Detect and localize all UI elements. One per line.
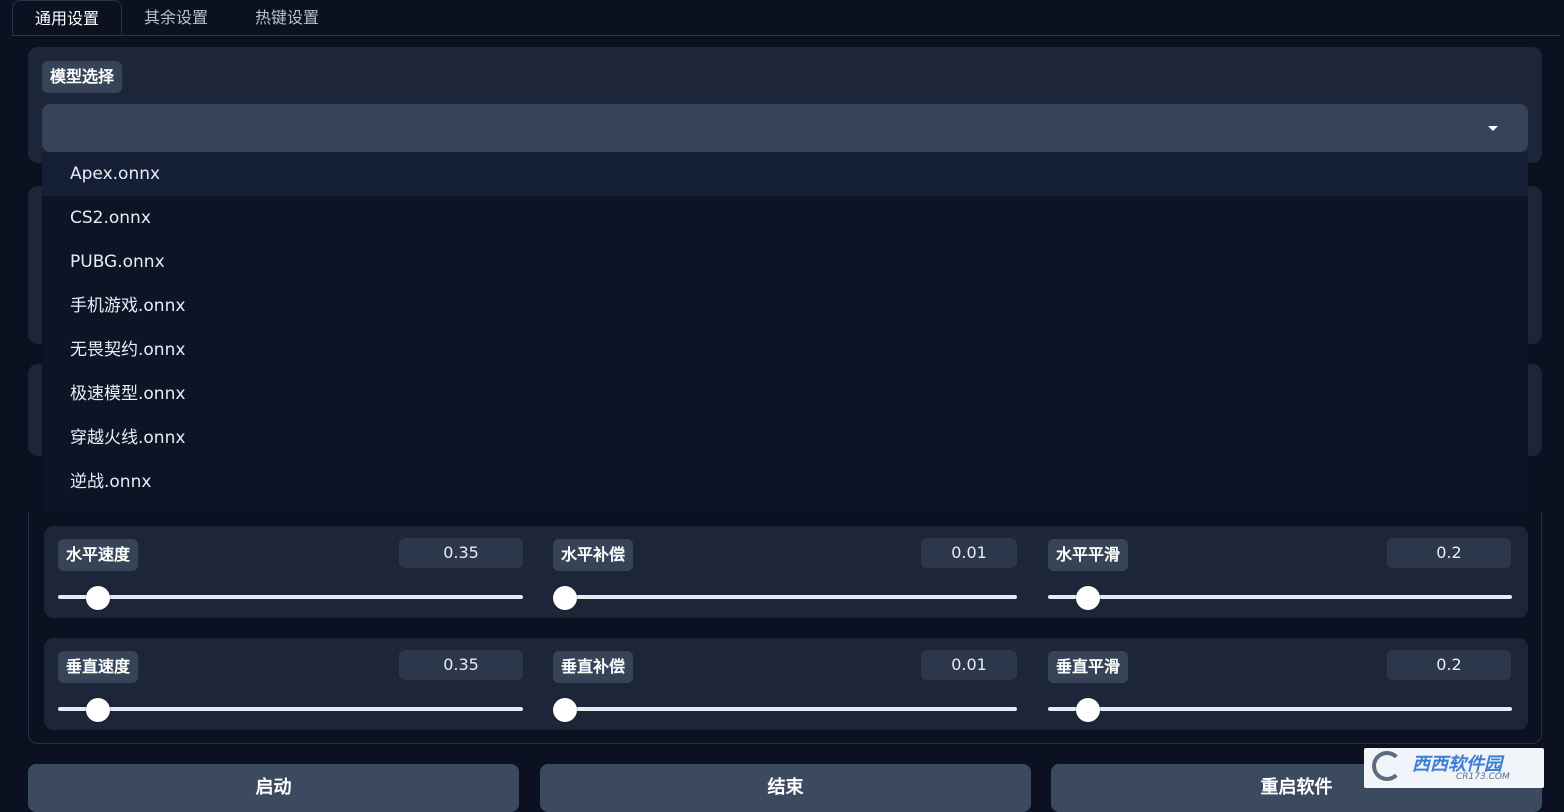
h-smooth-slider-block: 水平平滑 0.2 (1032, 526, 1512, 618)
h-speed-thumb[interactable] (85, 586, 110, 610)
h-smooth-thumb[interactable] (1075, 586, 1100, 610)
h-comp-track[interactable] (553, 595, 1017, 599)
model-option-apex[interactable]: Apex.onnx (42, 152, 1528, 196)
stop-button[interactable]: 结束 (540, 764, 1031, 812)
model-option-fast-model[interactable]: 极速模型.onnx (42, 372, 1528, 416)
model-option-valorant[interactable]: 无畏契约.onnx (42, 328, 1528, 372)
tab-other-settings[interactable]: 其余设置 (144, 0, 208, 35)
h-smooth-label: 水平平滑 (1048, 539, 1129, 571)
h-comp-slider-block: 水平补偿 0.01 (538, 526, 1018, 618)
v-comp-slider-block: 垂直补偿 0.01 (538, 638, 1018, 730)
vertical-sliders-row: 垂直速度 0.35 垂直补偿 0.01 垂直平滑 0.2 (44, 638, 1528, 730)
h-speed-value[interactable]: 0.35 (399, 538, 523, 568)
v-speed-slider-block: 垂直速度 0.35 (44, 638, 524, 730)
tab-general-settings[interactable]: 通用设置 (12, 0, 122, 35)
v-comp-label: 垂直补偿 (553, 651, 634, 683)
v-smooth-track[interactable] (1048, 707, 1512, 711)
watermark: 西西软件园 CR173.COM (1364, 748, 1544, 788)
horizontal-sliders-row: 水平速度 0.35 水平补偿 0.01 水平平滑 0.2 (44, 526, 1528, 618)
v-smooth-value[interactable]: 0.2 (1387, 650, 1511, 680)
model-option-nizhan[interactable]: 逆战.onnx (42, 460, 1528, 504)
model-option-mobile-game[interactable]: 手机游戏.onnx (42, 284, 1528, 328)
model-option-cs2[interactable]: CS2.onnx (42, 196, 1528, 240)
v-speed-label: 垂直速度 (58, 651, 139, 683)
tab-bar: 通用设置 其余设置 热键设置 (12, 0, 1560, 36)
start-button[interactable]: 启动 (28, 764, 519, 812)
h-comp-thumb[interactable] (553, 586, 577, 610)
h-smooth-track[interactable] (1048, 595, 1512, 599)
model-selection-label: 模型选择 (42, 61, 123, 93)
h-smooth-value[interactable]: 0.2 (1387, 538, 1511, 568)
v-speed-thumb[interactable] (85, 698, 110, 722)
v-smooth-slider-block: 垂直平滑 0.2 (1032, 638, 1512, 730)
chevron-down-icon[interactable] (1488, 126, 1498, 131)
v-comp-track[interactable] (553, 707, 1017, 711)
h-speed-track[interactable] (58, 595, 523, 599)
v-speed-track[interactable] (58, 707, 523, 711)
v-smooth-thumb[interactable] (1075, 698, 1100, 722)
v-speed-value[interactable]: 0.35 (399, 650, 523, 680)
v-comp-thumb[interactable] (553, 698, 577, 722)
v-smooth-label: 垂直平滑 (1048, 651, 1129, 683)
h-speed-label: 水平速度 (58, 539, 139, 571)
h-speed-slider-block: 水平速度 0.35 (44, 526, 524, 618)
tab-hotkey-settings[interactable]: 热键设置 (255, 0, 319, 35)
model-dropdown-list: Apex.onnx CS2.onnx PUBG.onnx 手机游戏.onnx 无… (42, 152, 1528, 512)
watermark-url: CR173.COM (1456, 772, 1510, 782)
h-comp-label: 水平补偿 (553, 539, 634, 571)
watermark-logo-icon (1372, 751, 1402, 781)
h-comp-value[interactable]: 0.01 (921, 538, 1017, 568)
model-option-crossfire[interactable]: 穿越火线.onnx (42, 416, 1528, 460)
model-select[interactable] (42, 104, 1528, 152)
model-option-pubg[interactable]: PUBG.onnx (42, 240, 1528, 284)
v-comp-value[interactable]: 0.01 (921, 650, 1017, 680)
